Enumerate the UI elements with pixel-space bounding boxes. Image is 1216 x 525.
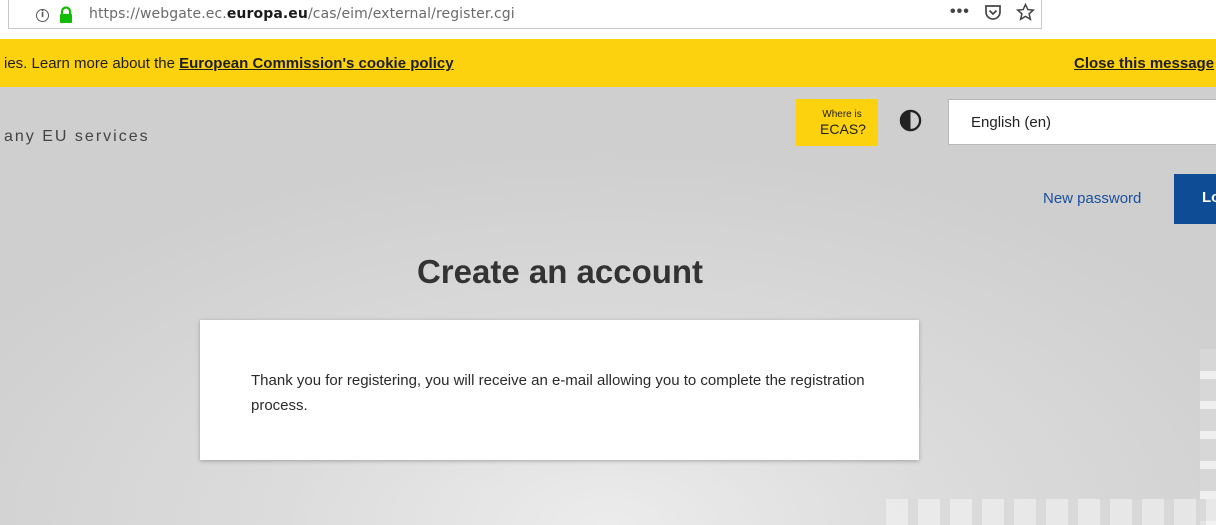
language-value: English (en) bbox=[971, 114, 1052, 131]
bottom-edge-decoration bbox=[886, 499, 1216, 525]
new-password-link[interactable]: New password bbox=[1043, 190, 1141, 207]
where-is-ecas-button[interactable]: Where is ECAS? bbox=[796, 99, 878, 146]
contrast-icon[interactable] bbox=[899, 109, 922, 132]
cookie-notice: ies. Learn more about the European Commi… bbox=[4, 55, 454, 72]
cookie-text: ies. Learn more about the bbox=[4, 55, 180, 72]
bookmark-star-icon[interactable] bbox=[1015, 3, 1035, 21]
close-message-link[interactable]: Close this message bbox=[1074, 55, 1216, 72]
ecas-label: ECAS? bbox=[820, 121, 866, 137]
info-icon[interactable]: i bbox=[36, 9, 49, 22]
language-select[interactable]: English (en) bbox=[948, 99, 1216, 145]
address-bar[interactable]: i https://webgate.ec.europa.eu/cas/eim/e… bbox=[8, 0, 1042, 29]
login-button[interactable]: Login bbox=[1174, 174, 1216, 224]
page-title: Create an account bbox=[416, 253, 704, 290]
url-actions: ••• bbox=[950, 3, 1035, 21]
confirmation-message: Thank you for registering, you will rece… bbox=[251, 372, 865, 414]
site-tagline: any EU services bbox=[4, 128, 150, 145]
cookie-policy-link[interactable]: European Commission's cookie policy bbox=[179, 55, 453, 72]
browser-toolbar: i https://webgate.ec.europa.eu/cas/eim/e… bbox=[0, 0, 1216, 34]
url-domain: europa.eu bbox=[226, 6, 308, 22]
url-path: /cas/eim/external/register.cgi bbox=[307, 6, 515, 22]
cookie-banner: ies. Learn more about the European Commi… bbox=[0, 39, 1216, 87]
url-prefix: https://webgate.ec. bbox=[89, 6, 227, 22]
page-content: any EU services Where is ECAS? English (… bbox=[0, 87, 1216, 525]
pocket-icon[interactable] bbox=[984, 4, 1002, 21]
url-text[interactable]: https://webgate.ec.europa.eu/cas/eim/ext… bbox=[89, 6, 515, 22]
lock-icon[interactable] bbox=[58, 6, 74, 24]
where-is-label: Where is bbox=[822, 109, 862, 120]
more-icon[interactable]: ••• bbox=[950, 3, 970, 21]
login-label: Login bbox=[1202, 189, 1216, 206]
confirmation-card: Thank you for registering, you will rece… bbox=[200, 320, 919, 460]
